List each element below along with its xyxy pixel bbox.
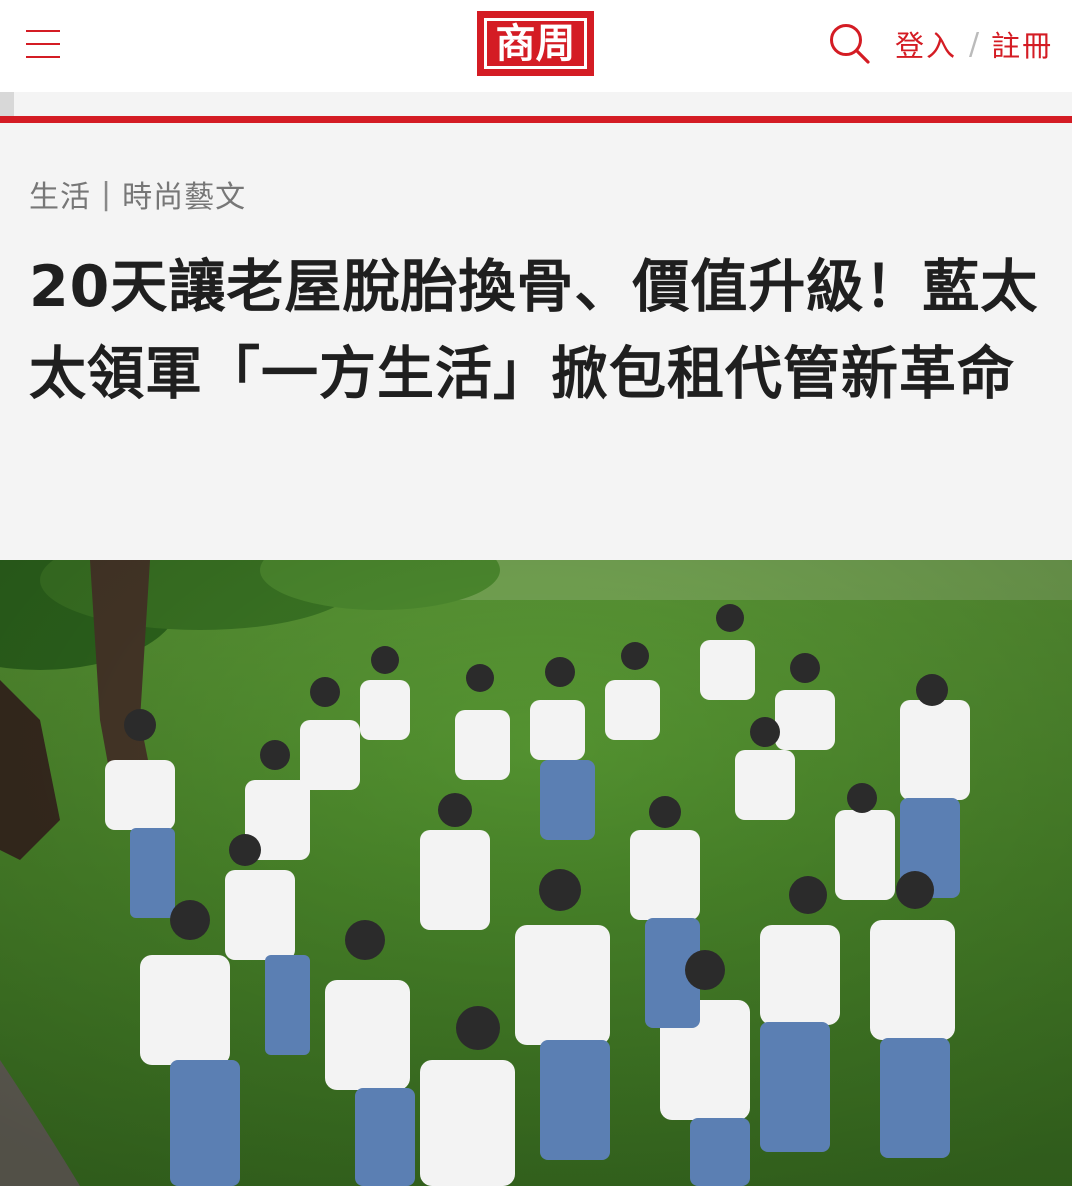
logo-frame: 商周 [484,18,587,69]
auth-divider: / [969,26,980,62]
article-title: 20天讓老屋脫胎換骨、價值升級！藍太太領軍「一方生活」掀包租代管新革命 [29,254,1039,407]
category-primary-link[interactable]: 生活 [29,172,91,216]
search-icon[interactable] [828,22,872,66]
site-header: 商周 登入 / 註冊 [0,0,1072,92]
auth-links: 登入 / 註冊 [895,22,1053,66]
site-logo[interactable]: 商周 [477,11,594,76]
login-link[interactable]: 登入 [895,23,957,65]
breadcrumb: 生活 | 時尚藝文 [29,172,246,216]
hamburger-menu-icon[interactable] [26,28,62,60]
category-secondary-link[interactable]: 時尚藝文 [122,172,246,216]
breadcrumb-separator: | [101,176,113,212]
hero-image [0,560,1072,1186]
sub-nav-strip [0,92,1072,116]
header-divider [0,116,1072,123]
register-link[interactable]: 註冊 [991,23,1053,65]
logo-text: 商周 [495,19,576,67]
